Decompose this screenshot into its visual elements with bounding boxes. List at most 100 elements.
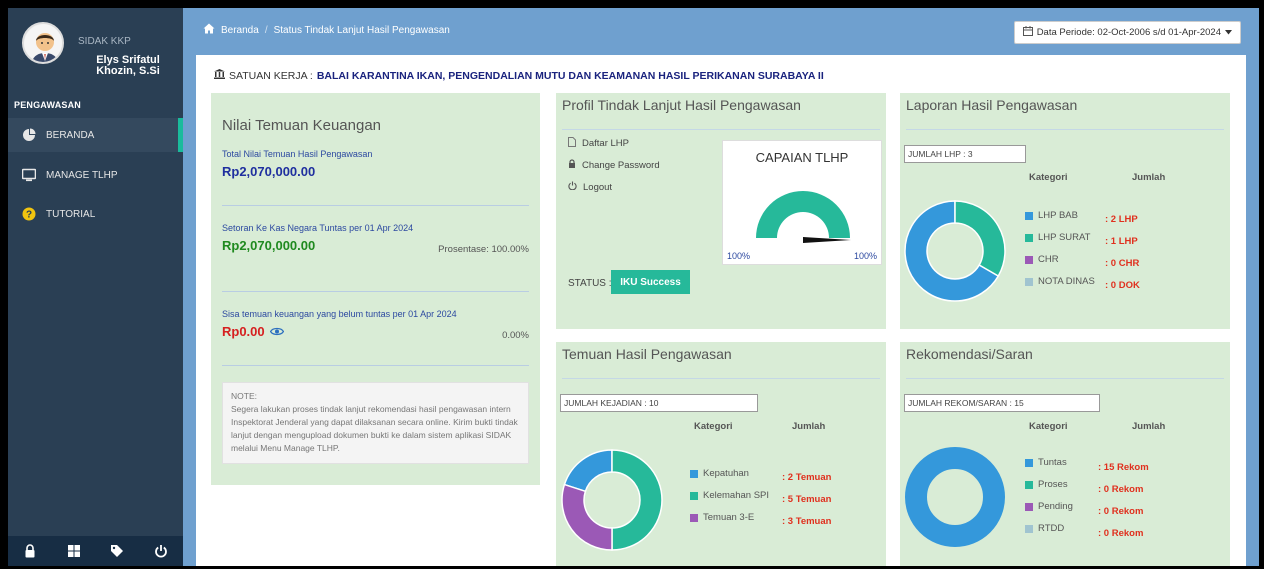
breadcrumb-home[interactable]: Beranda: [221, 25, 259, 36]
legend-item[interactable]: Proses: [1025, 479, 1068, 490]
legend-item[interactable]: Temuan 3-E: [690, 512, 754, 523]
legend-item[interactable]: CHR: [1025, 254, 1059, 265]
donut-chart-temuan: [561, 449, 663, 551]
legend-label: Proses: [1038, 479, 1068, 490]
caret-down-icon: [1225, 27, 1232, 38]
legend-swatch: [1025, 524, 1033, 533]
panel-profil-tindak-lanjut: Profil Tindak Lanjut Hasil Pengawasan Da…: [556, 93, 886, 329]
donut-slice-tuntas[interactable]: [905, 447, 1005, 547]
legend-label: Kepatuhan: [703, 468, 749, 479]
legend-value: : 5 Temuan: [782, 494, 832, 505]
divider: [906, 129, 1224, 130]
legend-item[interactable]: NOTA DINAS: [1025, 276, 1095, 287]
link-label: Change Password: [582, 160, 660, 171]
donut-slice-kelemahan-spi[interactable]: [611, 449, 663, 551]
date-range-label: Data Periode: 02-Oct-2006 s/d 01-Apr-202…: [1036, 27, 1221, 38]
legend-value: : 3 Temuan: [782, 516, 832, 527]
column-jumlah: Jumlah: [792, 421, 826, 432]
legend-swatch: [690, 491, 698, 500]
legend-label: Temuan 3-E: [703, 512, 755, 523]
donut-slice-kepatuhan[interactable]: [563, 449, 613, 493]
panel-temuan-hasil-pengawasan: Temuan Hasil Pengawasan JUMLAH KEJADIAN …: [556, 342, 886, 566]
sisa-label: Sisa temuan keuangan yang belum tuntas p…: [222, 309, 457, 319]
legend-swatch: [1025, 480, 1033, 489]
date-range-picker[interactable]: Data Periode: 02-Oct-2006 s/d 01-Apr-202…: [1013, 21, 1241, 44]
legend-item[interactable]: Tuntas: [1025, 457, 1067, 468]
legend-swatch: [1025, 255, 1033, 264]
tag-icon[interactable]: [110, 544, 124, 558]
legend-label: LHP BAB: [1038, 210, 1078, 221]
satuan-kerja-value: BALAI KARANTINA IKAN, PENGENDALIAN MUTU …: [316, 69, 824, 82]
legend-item[interactable]: LHP SURAT: [1025, 232, 1090, 243]
legend-item[interactable]: Pending: [1025, 501, 1073, 512]
total-label: Total Nilai Temuan Hasil Pengawasan: [222, 149, 373, 159]
link-daftar-lhp[interactable]: Daftar LHP: [568, 137, 629, 150]
sidebar: SIDAK KKP Elys Srifatul Khozin, S.Si PEN…: [8, 8, 183, 566]
link-logout[interactable]: Logout: [568, 181, 612, 193]
legend-value: : 1 LHP: [1105, 236, 1138, 247]
grid-icon[interactable]: [67, 544, 81, 558]
sidebar-item-beranda[interactable]: BERANDA: [8, 118, 183, 152]
sisa-value: Rp0.00: [222, 324, 265, 339]
power-icon[interactable]: [154, 544, 168, 558]
divider: [222, 205, 529, 206]
panel-title: Temuan Hasil Pengawasan: [562, 346, 732, 362]
donut-slice-lhp-surat[interactable]: [954, 200, 1006, 278]
legend-label: Kelemahan SPI: [703, 490, 770, 501]
sidebar-item-label: MANAGE TLHP: [46, 169, 118, 181]
column-kategori: Kategori: [694, 421, 733, 432]
app-window: SIDAK KKP Elys Srifatul Khozin, S.Si PEN…: [8, 8, 1259, 566]
gauge-title: CAPAIAN TLHP: [755, 150, 849, 165]
institution-icon: [214, 69, 225, 82]
gauge-fill: [756, 191, 850, 238]
donut-chart-laporan: [904, 200, 1006, 302]
legend-item[interactable]: RTDD: [1025, 523, 1064, 534]
file-icon: [568, 137, 576, 150]
legend-swatch: [1025, 458, 1033, 467]
gauge-max-label: 100%: [853, 251, 877, 261]
lock-icon[interactable]: [23, 544, 37, 558]
legend-swatch: [1025, 233, 1033, 242]
column-kategori: Kategori: [1029, 172, 1068, 183]
donut-slice-temuan-3-e[interactable]: [561, 483, 613, 551]
legend-label: Pending: [1038, 501, 1073, 512]
sisa-percentage: 0.00%: [502, 330, 529, 341]
pie-chart-icon: [22, 128, 36, 142]
legend-label: Tuntas: [1038, 457, 1067, 468]
top-bar: Beranda / Status Tindak Lanjut Hasil Pen…: [183, 8, 1259, 55]
legend-item[interactable]: Kelemahan SPI: [690, 490, 769, 501]
link-change-password[interactable]: Change Password: [568, 159, 660, 172]
monitor-icon: [21, 168, 37, 182]
jumlah-kejadian: JUMLAH KEJADIAN : 10: [560, 394, 758, 412]
legend-item[interactable]: Kepatuhan: [690, 468, 749, 479]
legend-item[interactable]: LHP BAB: [1025, 210, 1078, 221]
gauge-card: CAPAIAN TLHP 100% 100%: [722, 140, 882, 265]
breadcrumb-current: Status Tindak Lanjut Hasil Pengawasan: [273, 24, 450, 36]
sidebar-item-label: TUTORIAL: [46, 208, 96, 220]
jumlah-lhp: JUMLAH LHP : 3: [904, 145, 1026, 163]
home-icon[interactable]: [203, 23, 215, 37]
legend-value: : 15 Rekom: [1098, 462, 1149, 473]
status-badge[interactable]: IKU Success: [611, 270, 690, 294]
sidebar-footer: [8, 536, 183, 566]
eye-icon[interactable]: [269, 324, 284, 339]
divider: [222, 365, 529, 366]
legend-swatch: [690, 469, 698, 478]
panel-title: Rekomendasi/Saran: [906, 346, 1033, 362]
link-label: Daftar LHP: [582, 138, 629, 149]
sidebar-item-tutorial[interactable]: ? TUTORIAL: [8, 197, 183, 231]
avatar[interactable]: [22, 22, 64, 64]
setoran-value: Rp2,070,000.00: [222, 238, 316, 253]
note-box: NOTE: Segera lakukan proses tindak lanju…: [222, 382, 529, 464]
legend-label: RTDD: [1038, 523, 1065, 534]
panel-rekomendasi-saran: Rekomendasi/Saran JUMLAH REKOM/SARAN : 1…: [900, 342, 1230, 566]
setoran-label: Setoran Ke Kas Negara Tuntas per 01 Apr …: [222, 223, 414, 233]
satuan-kerja: SATUAN KERJA : BALAI KARANTINA IKAN, PEN…: [214, 69, 824, 82]
column-kategori: Kategori: [1029, 421, 1068, 432]
question-circle-icon: ?: [22, 207, 36, 221]
legend-label: NOTA DINAS: [1038, 276, 1095, 287]
legend-value: : 0 Rekom: [1098, 528, 1144, 539]
divider: [562, 378, 880, 379]
sidebar-item-manage-tlhp[interactable]: MANAGE TLHP: [8, 158, 183, 192]
legend-swatch: [1025, 502, 1033, 511]
